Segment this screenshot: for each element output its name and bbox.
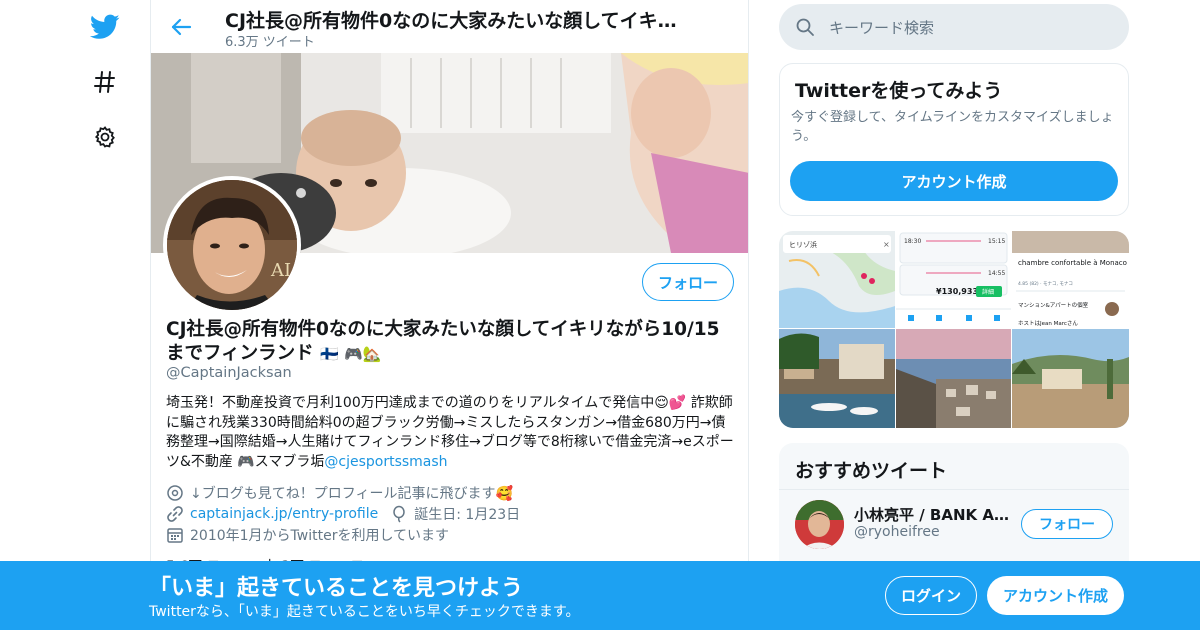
bottom-bar-subtitle: Twitterなら、「いま」起きていることをいち早くチェックできます。 — [149, 604, 580, 620]
map-label: ヒリゾ浜 — [789, 240, 817, 249]
flight-detail-button: 詳細 — [982, 288, 994, 296]
listing-host: ホストはJean Marcさん — [1018, 320, 1078, 327]
bottom-signup-bar: 「いま」起きていることを見つけよう Twitterなら、「いま」起きていることを… — [0, 561, 1200, 630]
profile-url-link[interactable]: captainjack.jp/entry-profile — [190, 506, 378, 522]
birthday-text: 誕生日: 1月23日 — [414, 507, 521, 523]
media-harbor-photo[interactable] — [779, 329, 895, 428]
signup-description: 今すぐ登録して、タイムラインをカスタマイズしましょう。 — [791, 110, 1114, 144]
recommended-divider — [779, 489, 1129, 490]
back-arrow-icon[interactable] — [165, 12, 197, 42]
login-button[interactable]: ログイン — [885, 576, 977, 615]
profile-bio: 埼玉発！不動産投資で月利100万円達成までの道のりをリアルタイムで発信中😌💕 詐… — [166, 394, 736, 472]
flight-time-3: 14:55 — [988, 270, 1005, 277]
bottom-create-account-button[interactable]: アカウント作成 — [987, 576, 1124, 615]
profile-handle: @CaptainJacksan — [166, 365, 292, 381]
tweet-count: 6.3万 ツイート — [225, 35, 315, 50]
media-listing-screenshot[interactable]: chambre confortable à Monaco 4.85 (82) ·… — [1012, 231, 1129, 328]
follow-button[interactable]: フォロー — [642, 263, 734, 301]
recommended-user-avatar[interactable] — [795, 500, 844, 549]
location-text: ↓ブログも見てね！プロフィール記事に飛びます🥰 — [190, 486, 513, 502]
right-sidebar: キーワード検索 Twitterを使ってみよう 今すぐ登録して、タイムラインをカス… — [779, 0, 1129, 630]
location-pin-icon — [167, 485, 183, 501]
create-account-button[interactable]: アカウント作成 — [790, 161, 1118, 201]
link-icon — [167, 506, 183, 522]
media-map-screenshot[interactable]: ヒリゾ浜 × — [779, 231, 895, 328]
bottom-bar-title: 「いま」起きていることを見つけよう — [149, 576, 524, 601]
flight-time-1: 18:30 — [904, 238, 921, 245]
twitter-logo-icon[interactable] — [87, 9, 123, 45]
joined-text: 2010年1月からTwitterを利用しています — [190, 528, 450, 544]
flight-time-2: 15:15 — [988, 238, 1005, 245]
media-sunset-city-photo[interactable] — [896, 329, 1011, 428]
display-name-emoji: 🇫🇮 🎮🏡 — [320, 345, 382, 363]
media-promenade-photo[interactable] — [1012, 329, 1129, 428]
recommended-follow-button[interactable]: フォロー — [1021, 509, 1113, 539]
search-placeholder: キーワード検索 — [829, 18, 935, 37]
header-title: CJ社長@所有物件0なのに大家みたいな顔してイキ… — [225, 10, 677, 32]
bio-text: 埼玉発！不動産投資で月利100万円達成までの道のりをリアルタイムで発信中😌💕 詐… — [166, 395, 734, 470]
profile-joined: 2010年1月からTwitterを利用しています — [166, 525, 449, 545]
recommended-user-handle: @ryoheifree — [854, 524, 940, 540]
media-grid: ヒリゾ浜 × 18:30 15:15 14:55 ¥130,933 詳細 cha… — [779, 231, 1129, 428]
recommended-user-name[interactable]: 小林亮平 / BANK ACCEL… — [854, 504, 1014, 525]
flight-price: ¥130,933 — [936, 287, 978, 296]
birthday-balloon-icon — [393, 505, 406, 523]
calendar-icon — [167, 528, 183, 543]
signup-card: Twitterを使ってみよう 今すぐ登録して、タイムラインをカスタマイズしましょ… — [779, 63, 1129, 216]
left-nav — [0, 0, 150, 630]
profile-header: CJ社長@所有物件0なのに大家みたいな顔してイキ… 6.3万 ツイート — [151, 0, 748, 53]
profile-column: CJ社長@所有物件0なのに大家みたいな顔してイキ… 6.3万 ツイート AI フ… — [150, 0, 749, 630]
profile-location: ↓ブログも見てね！プロフィール記事に飛びます🥰 — [166, 483, 513, 503]
profile-avatar[interactable]: AI — [163, 176, 301, 314]
display-name-text: CJ社長@所有物件0なのに大家みたいな顔してイキリながら10/15までフィンラン… — [166, 319, 720, 364]
profile-display-name: CJ社長@所有物件0なのに大家みたいな顔してイキリながら10/15までフィンラン… — [166, 318, 736, 366]
search-icon — [796, 18, 814, 36]
listing-title: chambre confortable à Monaco — [1018, 259, 1127, 267]
explore-hashtag-icon[interactable] — [87, 64, 123, 100]
settings-gear-icon[interactable] — [87, 119, 123, 155]
media-flight-screenshot[interactable]: 18:30 15:15 14:55 ¥130,933 詳細 — [896, 231, 1011, 328]
profile-url-birthday: captainjack.jp/entry-profile 誕生日: 1月23日 — [166, 504, 520, 524]
bio-mention-link[interactable]: @cjesportssmash — [324, 454, 447, 470]
signup-title: Twitterを使ってみよう — [795, 80, 1003, 102]
svg-text:AI: AI — [270, 260, 291, 281]
listing-rating: 4.85 (82) · モナコ, モナコ — [1018, 281, 1073, 287]
recommended-title: おすすめツイート — [795, 460, 948, 482]
search-box[interactable]: キーワード検索 — [779, 4, 1129, 50]
listing-type: マンション&アパートの個室 — [1018, 301, 1089, 309]
svg-text:×: × — [883, 240, 890, 249]
